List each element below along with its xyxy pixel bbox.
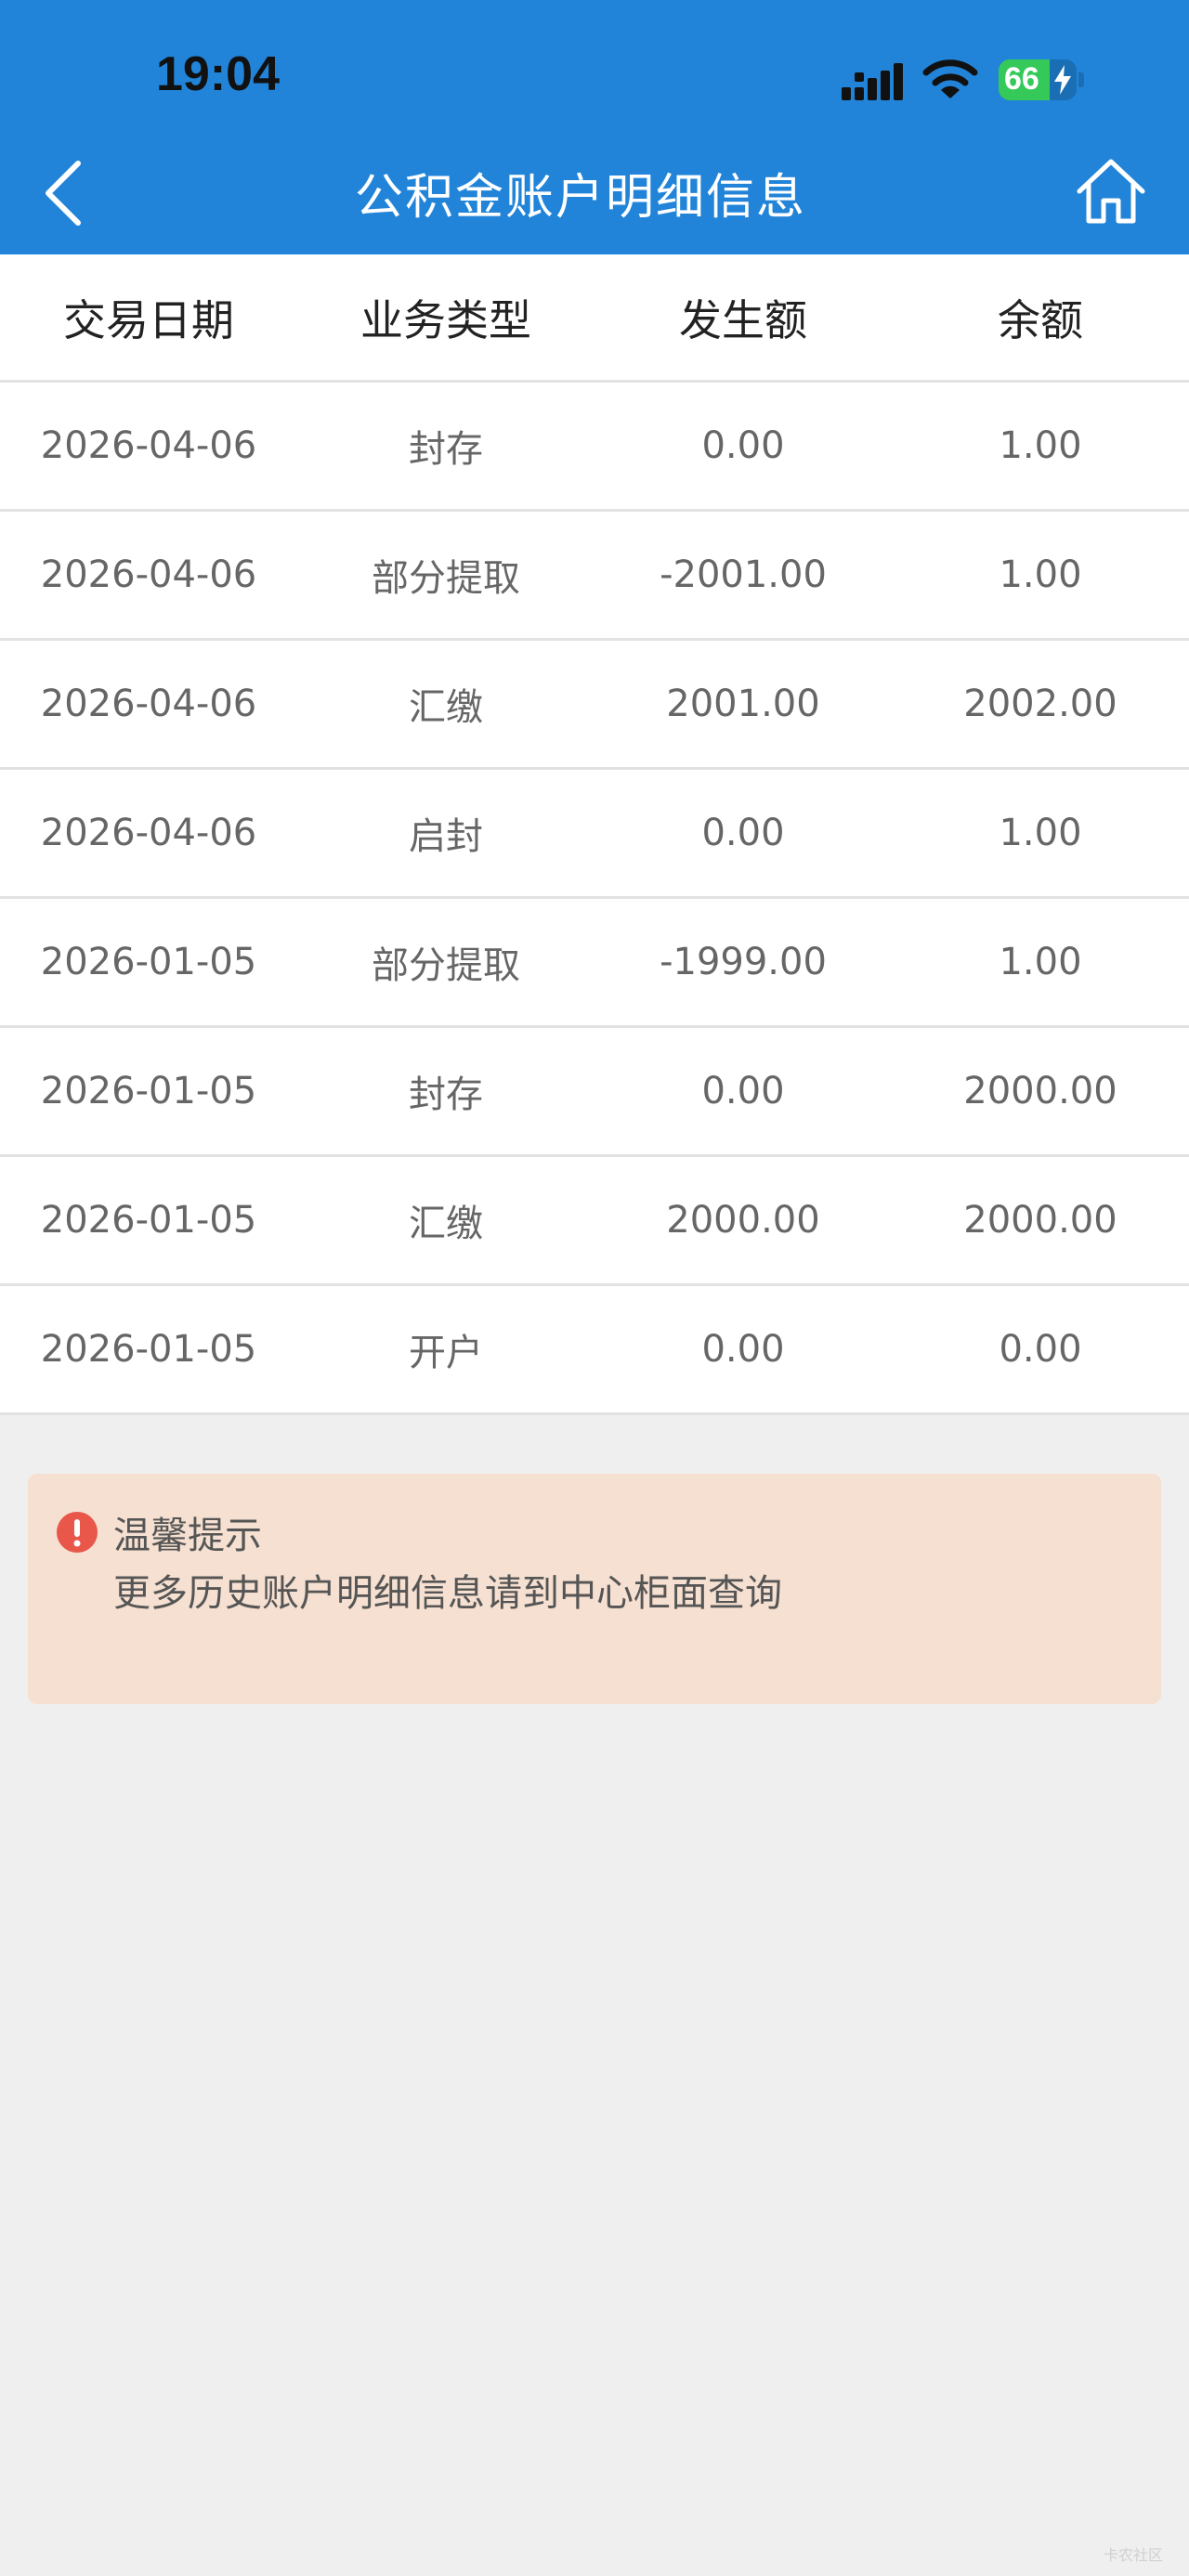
cell-date: 2026-04-06 bbox=[40, 812, 257, 854]
table-row: 2026-01-05 封存 0.00 2000.00 bbox=[0, 1028, 1189, 1157]
cell-type: 部分提取 bbox=[372, 557, 520, 600]
cell-type: 开户 bbox=[409, 1332, 483, 1374]
cell-date: 2026-04-06 bbox=[40, 553, 257, 596]
battery-level: 66 bbox=[1004, 61, 1039, 97]
cell-date: 2026-01-05 bbox=[40, 1328, 257, 1371]
tip-title: 温馨提示 bbox=[113, 1515, 262, 1557]
app-header: 19:04 66 公积金账户明细信息 bbox=[0, 0, 1189, 254]
table-row: 2026-04-06 部分提取 -2001.00 1.00 bbox=[0, 512, 1189, 641]
table-row: 2026-04-06 启封 0.00 1.00 bbox=[0, 770, 1189, 899]
cell-amount: 0.00 bbox=[701, 812, 785, 854]
charging-bolt-icon bbox=[1054, 65, 1071, 95]
signal-icon bbox=[842, 63, 903, 100]
cell-balance: 1.00 bbox=[999, 812, 1082, 854]
tip-box: 温馨提示 更多历史账户明细信息请到中心柜面查询 bbox=[28, 1474, 1161, 1704]
cell-amount: 2001.00 bbox=[666, 683, 820, 725]
cell-amount: 0.00 bbox=[701, 424, 785, 467]
header-balance: 余额 bbox=[998, 294, 1083, 345]
cell-amount: -1999.00 bbox=[660, 941, 827, 983]
header-transaction-date: 交易日期 bbox=[63, 294, 234, 345]
account-detail-table: 交易日期 业务类型 发生额 余额 2026-04-06 封存 0.00 1.00… bbox=[0, 254, 1189, 1415]
cell-type: 汇缴 bbox=[409, 1203, 483, 1245]
cell-amount: -2001.00 bbox=[660, 553, 827, 596]
table-header: 交易日期 业务类型 发生额 余额 bbox=[0, 254, 1189, 383]
cell-type: 汇缴 bbox=[409, 686, 483, 729]
cell-balance: 2002.00 bbox=[963, 683, 1117, 725]
cell-type: 部分提取 bbox=[372, 944, 520, 987]
header-business-type: 业务类型 bbox=[360, 294, 531, 345]
home-icon[interactable] bbox=[1074, 156, 1148, 227]
exclamation-circle-icon bbox=[57, 1512, 98, 1553]
cell-date: 2026-04-06 bbox=[40, 424, 257, 467]
table-row: 2026-01-05 开户 0.00 0.00 bbox=[0, 1286, 1189, 1415]
cell-balance: 2000.00 bbox=[963, 1070, 1117, 1112]
table-row: 2026-01-05 汇缴 2000.00 2000.00 bbox=[0, 1157, 1189, 1286]
wifi-icon bbox=[922, 59, 978, 98]
cell-balance: 1.00 bbox=[999, 941, 1082, 983]
table-row: 2026-01-05 部分提取 -1999.00 1.00 bbox=[0, 899, 1189, 1028]
cell-type: 启封 bbox=[409, 815, 483, 858]
cell-date: 2026-04-06 bbox=[40, 683, 257, 725]
cell-balance: 1.00 bbox=[999, 424, 1082, 467]
table-row: 2026-04-06 汇缴 2001.00 2002.00 bbox=[0, 641, 1189, 770]
tip-text: 更多历史账户明细信息请到中心柜面查询 bbox=[113, 1572, 782, 1615]
cell-balance: 1.00 bbox=[999, 553, 1082, 596]
status-time: 19:04 bbox=[156, 47, 280, 101]
battery-icon: 66 bbox=[999, 59, 1084, 100]
cell-balance: 2000.00 bbox=[963, 1199, 1117, 1242]
cell-amount: 0.00 bbox=[701, 1328, 785, 1371]
table-row: 2026-04-06 封存 0.00 1.00 bbox=[0, 383, 1189, 512]
cell-amount: 0.00 bbox=[701, 1070, 785, 1112]
cell-amount: 2000.00 bbox=[666, 1199, 820, 1242]
cell-date: 2026-01-05 bbox=[40, 1199, 257, 1242]
cell-date: 2026-01-05 bbox=[40, 941, 257, 983]
watermark: 卡农社区 bbox=[1104, 2546, 1164, 2564]
header-amount: 发生额 bbox=[679, 294, 807, 345]
cell-balance: 0.00 bbox=[999, 1328, 1082, 1371]
cell-type: 封存 bbox=[409, 1073, 483, 1116]
cell-date: 2026-01-05 bbox=[40, 1070, 257, 1112]
page-title: 公积金账户明细信息 bbox=[354, 170, 806, 226]
cell-type: 封存 bbox=[409, 428, 483, 471]
